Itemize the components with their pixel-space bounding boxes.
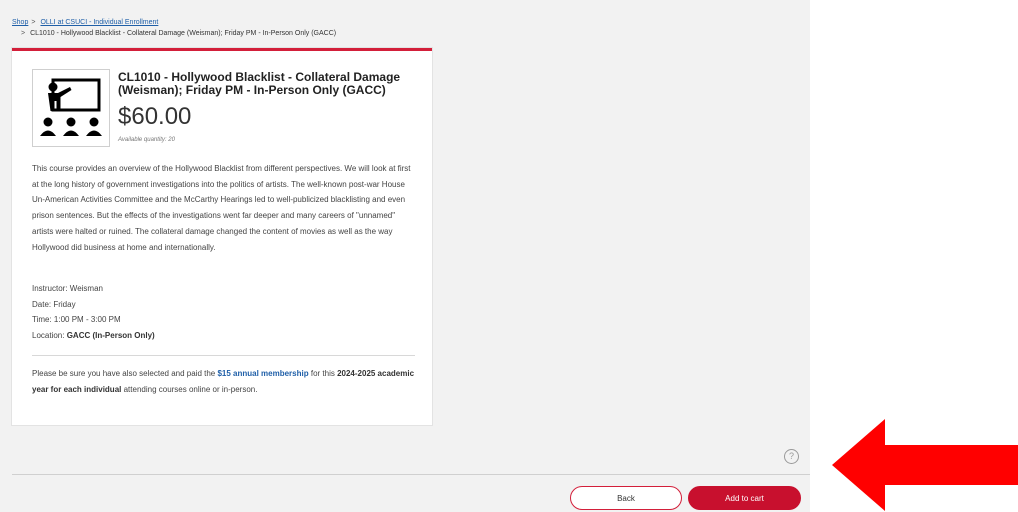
breadcrumb: Shop > OLLI at CSUCI - Individual Enrollme… [12, 17, 336, 39]
location-line: Location: GACC (In-Person Only) [32, 328, 155, 344]
note-text: attending courses online or in-person. [121, 384, 258, 394]
chevron-right-icon: > [31, 19, 36, 26]
note-text: Please be sure you have also selected an… [32, 369, 218, 378]
breadcrumb-current: CL1010 - Hollywood Blacklist - Collatera… [30, 30, 337, 37]
chevron-right-icon: > [21, 30, 26, 37]
footer-divider [12, 474, 810, 475]
divider [32, 355, 415, 356]
teacher-presentation-icon [40, 78, 102, 136]
product-price: $60.00 [118, 103, 192, 130]
add-to-cart-button[interactable]: Add to cart [688, 486, 801, 510]
arrow-left-icon [832, 419, 1018, 511]
instructor-line: Instructor: Weisman [32, 284, 103, 293]
course-details: Instructor: Weisman Date: Friday Time: 1… [32, 281, 155, 343]
store-app: Shop > OLLI at CSUCI - Individual Enrollme… [0, 0, 810, 512]
back-button[interactable]: Back [570, 486, 682, 510]
location-label: Location: [32, 330, 67, 340]
product-card: CL1010 - Hollywood Blacklist - Collatera… [12, 48, 432, 425]
note-text: for this [308, 369, 338, 378]
product-description: This course provides an overview of the … [32, 164, 411, 252]
product-image [32, 69, 110, 147]
time-line: Time: 1:00 PM - 3:00 PM [32, 315, 121, 324]
breadcrumb-category-link[interactable]: OLLI at CSUCI - Individual Enrollment [40, 19, 158, 26]
membership-link[interactable]: $15 annual membership [217, 369, 308, 378]
available-quantity: Available quantity: 20 [118, 137, 175, 143]
help-icon[interactable]: ? [784, 449, 799, 464]
breadcrumb-shop-link[interactable]: Shop [12, 19, 28, 26]
membership-note: Please be sure you have also selected an… [32, 366, 422, 397]
date-line: Date: Friday [32, 299, 76, 309]
location-value: GACC (In-Person Only) [66, 330, 155, 340]
product-title: CL1010 - Hollywood Blacklist - Collatera… [118, 70, 401, 97]
red-arrow-annotation [832, 419, 1018, 511]
